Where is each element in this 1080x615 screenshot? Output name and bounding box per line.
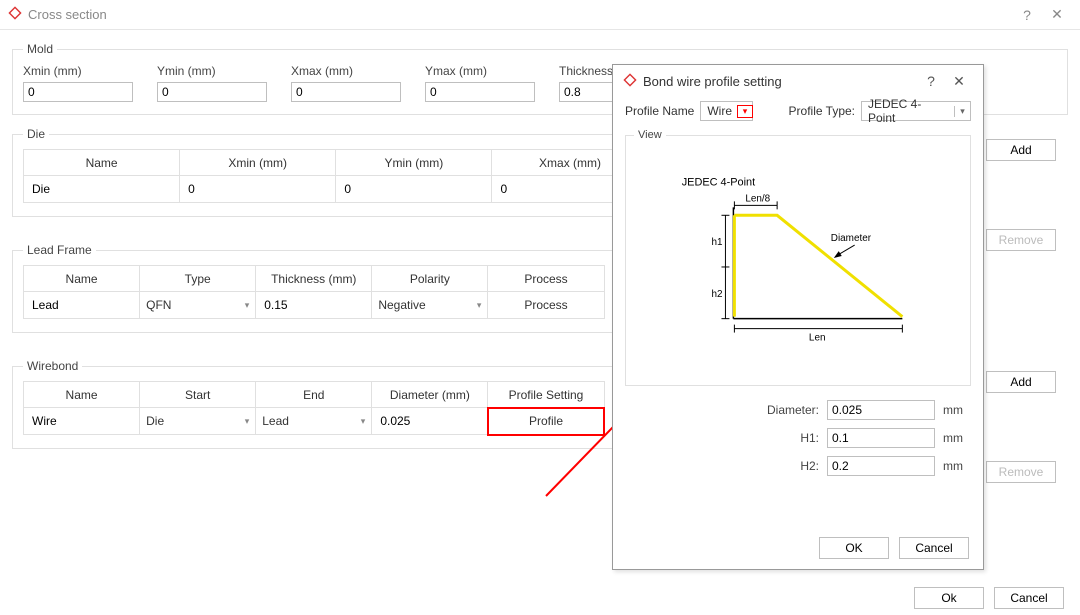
die-name-input[interactable] — [30, 180, 173, 198]
wb-start-value: Die — [146, 414, 164, 428]
mold-xmin-input[interactable] — [23, 82, 133, 102]
lf-col-process: Process — [488, 266, 604, 292]
bond-wire-profile-dialog: Bond wire profile setting ? ✕ Profile Na… — [612, 64, 984, 570]
lf-col-polarity: Polarity — [372, 266, 488, 292]
svg-text:Len: Len — [809, 333, 826, 344]
lf-type-select[interactable]: QFN ▾ — [146, 298, 249, 312]
lf-process-button[interactable]: Process — [524, 298, 567, 312]
modal-help-button[interactable]: ? — [917, 73, 945, 89]
param-diameter-label: Diameter: — [753, 403, 819, 417]
wb-col-diameter: Diameter (mm) — [372, 382, 488, 408]
profile-name-value: Wire — [701, 104, 738, 118]
profile-type-value: JEDEC 4-Point — [862, 97, 954, 125]
modal-titlebar: Bond wire profile setting ? ✕ — [613, 65, 983, 97]
mold-ymin-label: Ymin (mm) — [157, 64, 267, 78]
param-diameter-unit: mm — [943, 403, 971, 417]
die-ymin-input[interactable] — [342, 180, 485, 198]
close-button[interactable]: ✕ — [1042, 6, 1072, 23]
wb-end-select[interactable]: Lead ▾ — [262, 414, 365, 428]
mold-ymax-label: Ymax (mm) — [425, 64, 535, 78]
die-col-ymin: Ymin (mm) — [336, 150, 492, 176]
app-icon — [623, 73, 637, 90]
die-legend: Die — [23, 127, 49, 141]
lf-col-name: Name — [24, 266, 140, 292]
profile-name-select[interactable]: Wire ▾ — [700, 101, 753, 121]
lf-thickness-input[interactable] — [262, 296, 365, 314]
main-titlebar: Cross section ? ✕ — [0, 0, 1080, 30]
modal-ok-button[interactable]: OK — [819, 537, 889, 559]
param-h2-label: H2: — [753, 459, 819, 473]
leadframe-row[interactable]: QFN ▾ Negative ▾ Process — [24, 292, 605, 319]
svg-text:h1: h1 — [712, 237, 724, 248]
die-xmin-input[interactable] — [186, 180, 329, 198]
die-add-button[interactable]: Add — [986, 139, 1056, 161]
svg-text:h2: h2 — [712, 289, 724, 300]
chevron-down-icon: ▾ — [473, 300, 482, 311]
profile-type-select[interactable]: JEDEC 4-Point ▾ — [861, 101, 971, 121]
wire-profile-diagram: JEDEC 4-Point Len/8 — [634, 147, 962, 377]
modal-title: Bond wire profile setting — [643, 74, 917, 89]
wb-profile-button[interactable]: Profile — [529, 414, 563, 428]
lf-polarity-select[interactable]: Negative ▾ — [378, 298, 481, 312]
wirebond-row[interactable]: Die ▾ Lead ▾ Profile — [24, 408, 605, 435]
modal-cancel-button[interactable]: Cancel — [899, 537, 969, 559]
die-col-name: Name — [24, 150, 180, 176]
leadframe-header-row: Name Type Thickness (mm) Polarity Proces… — [24, 266, 605, 292]
window-title: Cross section — [28, 7, 1012, 22]
die-col-xmin: Xmin (mm) — [180, 150, 336, 176]
leadframe-legend: Lead Frame — [23, 243, 96, 257]
mold-xmax-input[interactable] — [291, 82, 401, 102]
svg-text:Len/8: Len/8 — [745, 193, 770, 204]
wb-col-end: End — [256, 382, 372, 408]
mold-xmin-label: Xmin (mm) — [23, 64, 133, 78]
diagram-title: JEDEC 4-Point — [682, 176, 755, 188]
param-h1-input[interactable] — [827, 428, 935, 448]
chevron-down-icon: ▾ — [241, 300, 250, 311]
mold-ymin-input[interactable] — [157, 82, 267, 102]
mold-xmax-label: Xmax (mm) — [291, 64, 401, 78]
chevron-down-icon: ▾ — [954, 106, 970, 117]
chevron-down-icon: ▾ — [241, 416, 250, 427]
param-h2-input[interactable] — [827, 456, 935, 476]
app-icon — [8, 6, 22, 23]
param-diameter-input[interactable] — [827, 400, 935, 420]
wirebond-header-row: Name Start End Diameter (mm) Profile Set… — [24, 382, 605, 408]
view-group: View JEDEC 4-Point Len/8 — [625, 129, 971, 386]
lf-col-thickness: Thickness (mm) — [256, 266, 372, 292]
param-h1-label: H1: — [753, 431, 819, 445]
chevron-down-icon: ▾ — [737, 105, 753, 118]
wb-start-select[interactable]: Die ▾ — [146, 414, 249, 428]
param-h1-unit: mm — [943, 431, 971, 445]
lf-name-input[interactable] — [30, 296, 133, 314]
lf-type-value: QFN — [146, 298, 171, 312]
mold-legend: Mold — [23, 42, 57, 56]
wirebond-add-button[interactable]: Add — [986, 371, 1056, 393]
param-h2-unit: mm — [943, 459, 971, 473]
leadframe-table: Name Type Thickness (mm) Polarity Proces… — [23, 265, 605, 319]
wb-col-profile: Profile Setting — [488, 382, 604, 408]
wb-end-value: Lead — [262, 414, 289, 428]
wb-name-input[interactable] — [30, 412, 133, 430]
main-footer: Ok Cancel — [914, 587, 1064, 609]
profile-type-label: Profile Type: — [789, 104, 855, 118]
wb-diameter-input[interactable] — [378, 412, 481, 430]
view-legend: View — [634, 129, 666, 141]
wirebond-remove-button[interactable]: Remove — [986, 461, 1056, 483]
chevron-down-icon: ▾ — [357, 416, 366, 427]
cancel-button[interactable]: Cancel — [994, 587, 1064, 609]
svg-text:Diameter: Diameter — [831, 233, 872, 244]
wb-col-name: Name — [24, 382, 140, 408]
ok-button[interactable]: Ok — [914, 587, 984, 609]
lf-col-type: Type — [140, 266, 256, 292]
mold-ymax-input[interactable] — [425, 82, 535, 102]
wb-col-start: Start — [140, 382, 256, 408]
lf-polarity-value: Negative — [378, 298, 425, 312]
wirebond-table: Name Start End Diameter (mm) Profile Set… — [23, 381, 605, 435]
help-button[interactable]: ? — [1012, 7, 1042, 23]
profile-name-label: Profile Name — [625, 104, 694, 118]
wirebond-legend: Wirebond — [23, 359, 82, 373]
modal-close-button[interactable]: ✕ — [945, 73, 973, 90]
